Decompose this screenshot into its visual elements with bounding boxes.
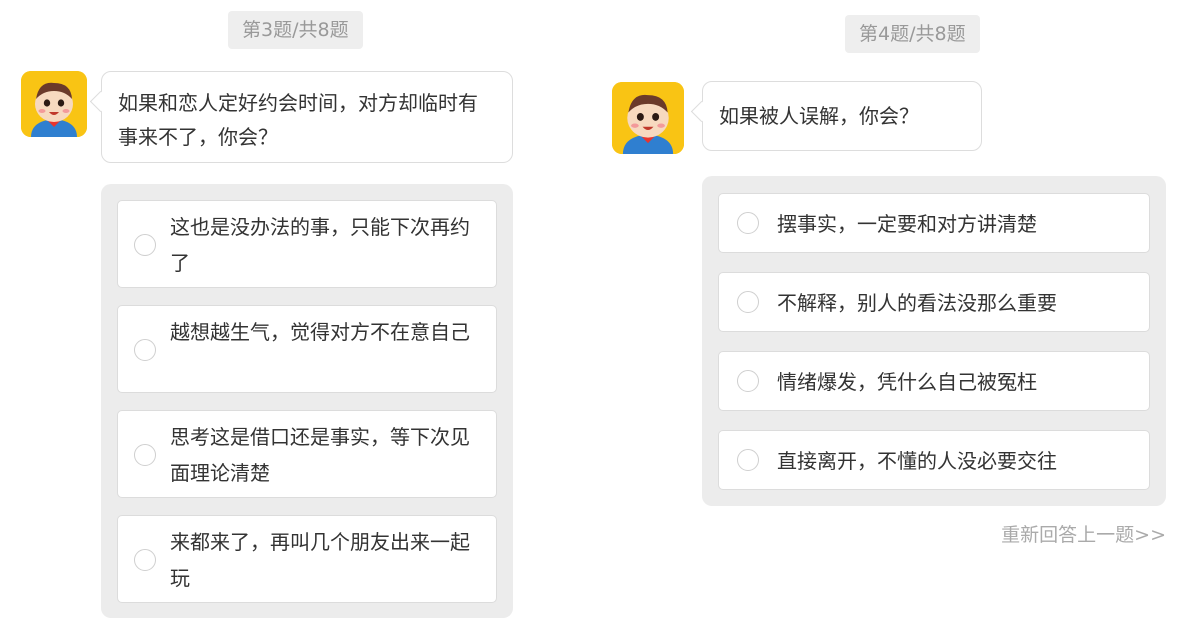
options-panel: 这也是没办法的事，只能下次再约了 越想越生气，觉得对方不在意自己 思考这是借口还…: [101, 184, 513, 618]
answer-option-label: 这也是没办法的事，只能下次再约了: [170, 215, 470, 275]
question-progress-badge: 第3题/共8题: [228, 11, 363, 49]
answer-option-label: 思考这是借口还是事实，等下次见面理论清楚: [170, 425, 470, 485]
answer-option-4[interactable]: 来都来了，再叫几个朋友出来一起玩: [117, 515, 497, 603]
redo-previous-question-link[interactable]: 重新回答上一题>>: [1001, 520, 1166, 547]
radio-circle-icon[interactable]: [737, 370, 759, 392]
radio-circle-icon[interactable]: [134, 339, 156, 361]
answer-option-1[interactable]: 这也是没办法的事，只能下次再约了: [117, 200, 497, 288]
question-progress-badge: 第4题/共8题: [845, 15, 980, 53]
answer-option-4[interactable]: 直接离开，不懂的人没必要交往: [718, 430, 1150, 490]
cartoon-boy-avatar-icon: [612, 82, 684, 154]
radio-circle-icon[interactable]: [737, 291, 759, 313]
answer-option-label: 不解释，别人的看法没那么重要: [777, 291, 1057, 315]
answer-option-label: 直接离开，不懂的人没必要交往: [777, 449, 1057, 473]
radio-circle-icon[interactable]: [134, 444, 156, 466]
cartoon-boy-avatar-icon: [21, 71, 87, 137]
question-prompt-bubble: 如果被人误解，你会？: [702, 81, 982, 151]
question-prompt-bubble: 如果和恋人定好约会时间，对方却临时有事来不了，你会？: [101, 71, 513, 163]
answer-option-2[interactable]: 不解释，别人的看法没那么重要: [718, 272, 1150, 332]
radio-circle-icon[interactable]: [134, 549, 156, 571]
radio-circle-icon[interactable]: [737, 212, 759, 234]
answer-option-label: 越想越生气，觉得对方不在意自己: [170, 320, 470, 344]
answer-option-3[interactable]: 情绪爆发，凭什么自己被冤枉: [718, 351, 1150, 411]
answer-option-3[interactable]: 思考这是借口还是事实，等下次见面理论清楚: [117, 410, 497, 498]
question-prompt-text: 如果和恋人定好约会时间，对方却临时有事来不了，你会？: [118, 91, 478, 149]
question-prompt-text: 如果被人误解，你会？: [719, 104, 919, 128]
answer-option-label: 来都来了，再叫几个朋友出来一起玩: [170, 530, 470, 590]
radio-circle-icon[interactable]: [737, 449, 759, 471]
answer-option-label: 情绪爆发，凭什么自己被冤枉: [777, 370, 1037, 394]
answer-option-1[interactable]: 摆事实，一定要和对方讲清楚: [718, 193, 1150, 253]
radio-circle-icon[interactable]: [134, 234, 156, 256]
options-panel: 摆事实，一定要和对方讲清楚 不解释，别人的看法没那么重要 情绪爆发，凭什么自己被…: [702, 176, 1166, 506]
answer-option-label: 摆事实，一定要和对方讲清楚: [777, 212, 1037, 236]
answer-option-2[interactable]: 越想越生气，觉得对方不在意自己: [117, 305, 497, 393]
